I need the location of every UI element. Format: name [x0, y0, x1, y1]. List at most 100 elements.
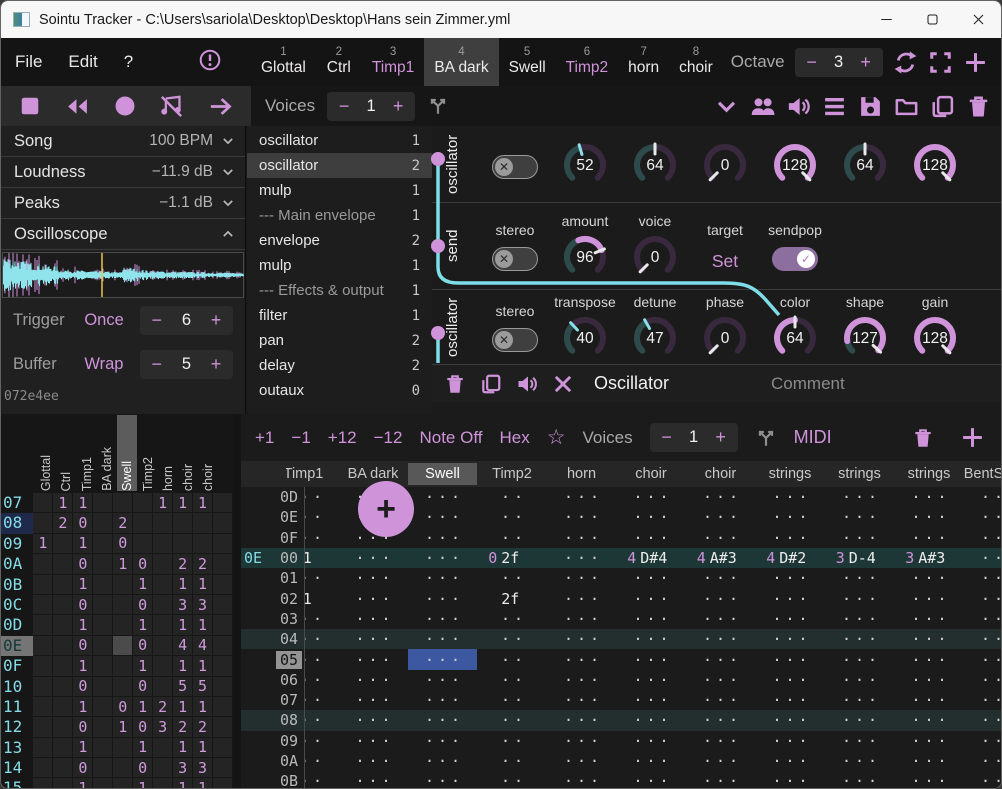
pattern-cell[interactable]: 3	[173, 758, 193, 778]
note-cell[interactable]: ···	[408, 568, 478, 588]
pattern-cell[interactable]	[93, 575, 113, 595]
note-cell[interactable]: ···	[616, 771, 686, 789]
note-cell[interactable]: ···	[338, 710, 408, 730]
note-cell[interactable]: ···	[894, 507, 964, 527]
pattern-cell[interactable]	[153, 615, 173, 635]
note-cell[interactable]: ··	[477, 690, 547, 710]
pattern-row-number[interactable]: 14	[1, 758, 33, 778]
star-icon[interactable]: ☆	[547, 425, 566, 450]
copy-icon[interactable]	[930, 94, 955, 119]
note-cell[interactable]: ···	[755, 588, 825, 608]
pattern-cell[interactable]	[153, 513, 173, 533]
save-icon[interactable]	[858, 94, 883, 119]
pattern-cell[interactable]	[213, 677, 233, 697]
pattern-cell[interactable]	[93, 534, 113, 554]
pattern-cell[interactable]: 1	[133, 738, 153, 758]
trash-icon[interactable]	[966, 94, 991, 119]
pattern-cell[interactable]: 1	[173, 697, 193, 717]
knob-param[interactable]: 52	[561, 140, 609, 188]
note-cell[interactable]: ···	[964, 690, 1002, 710]
note-cell[interactable]: ···	[616, 751, 686, 771]
knob-shape[interactable]: 127	[841, 313, 889, 361]
pattern-cell[interactable]	[113, 493, 133, 513]
pattern-cell[interactable]: 1	[53, 493, 73, 513]
note-cell[interactable]: -1	[304, 588, 338, 608]
note-cell[interactable]: ···	[338, 629, 408, 649]
pattern-cell[interactable]: 3	[173, 595, 193, 615]
pattern-cell[interactable]	[53, 615, 73, 635]
pattern-cell[interactable]: 1	[193, 615, 213, 635]
note-row-number[interactable]: 08	[276, 711, 302, 729]
note-cell[interactable]: ···	[547, 568, 617, 588]
knob-color[interactable]: 64	[771, 313, 819, 361]
note-cell[interactable]: ···	[304, 690, 338, 710]
octave-plus-button[interactable]: +	[853, 52, 879, 73]
note-cell[interactable]: ···	[825, 507, 895, 527]
knob-voice[interactable]: 0	[631, 232, 679, 280]
pattern-cell[interactable]	[53, 758, 73, 778]
pattern-cell[interactable]	[33, 636, 53, 656]
note-cell[interactable]: ···	[825, 649, 895, 669]
pattern-row-number[interactable]: 15	[1, 778, 33, 789]
knob-amount[interactable]: 96	[561, 232, 609, 280]
pattern-cell[interactable]: 0	[73, 717, 93, 737]
note-cell[interactable]: ···	[338, 609, 408, 629]
note-cell[interactable]: ···	[408, 649, 478, 669]
pattern-cell[interactable]	[213, 595, 233, 615]
pattern-cell[interactable]	[213, 575, 233, 595]
pattern-cell[interactable]	[173, 513, 193, 533]
note-cell[interactable]: ···	[616, 629, 686, 649]
pattern-cell[interactable]: 0	[133, 595, 153, 615]
chevron-down-icon[interactable]	[714, 94, 739, 119]
note-cell[interactable]: ···	[547, 629, 617, 649]
pattern-cell[interactable]: 4	[173, 636, 193, 656]
note-cell[interactable]: ···	[616, 609, 686, 629]
note-cell[interactable]: ···	[894, 568, 964, 588]
pattern-cell[interactable]: 0	[73, 554, 93, 574]
note-row-number[interactable]: 00	[276, 549, 302, 567]
pattern-cell[interactable]: 1	[113, 717, 133, 737]
pattern-cell[interactable]: 1	[73, 615, 93, 635]
note-row-number[interactable]: 0A	[276, 752, 302, 770]
pattern-cell[interactable]: 1	[193, 738, 213, 758]
note-cell[interactable]: ···	[616, 670, 686, 690]
note-row-number[interactable]: 05	[276, 651, 302, 669]
pattern-cell[interactable]	[53, 534, 73, 554]
note-cell[interactable]: ··	[477, 710, 547, 730]
pattern-cell[interactable]	[133, 534, 153, 554]
pattern-cell[interactable]	[153, 636, 173, 656]
pattern-column-header-ba-dark[interactable]: BA dark	[97, 419, 117, 491]
menu-edit[interactable]: Edit	[68, 52, 97, 72]
unit-list-item-pan[interactable]: pan2	[247, 328, 432, 353]
sync-icon[interactable]	[893, 50, 918, 75]
play-forward-icon[interactable]	[208, 94, 233, 119]
note-cell[interactable]: ···	[686, 487, 756, 507]
pattern-row-number[interactable]: 0B	[1, 575, 33, 595]
pattern-cell[interactable]: 0	[133, 554, 153, 574]
pattern-cell[interactable]	[113, 615, 133, 635]
track-header-strings[interactable]: strings	[825, 466, 895, 482]
pattern-cell[interactable]	[93, 656, 113, 676]
alert-circle-icon[interactable]	[199, 49, 221, 71]
pattern-cell[interactable]	[93, 677, 113, 697]
note-cell[interactable]: ···	[964, 649, 1002, 669]
note-cell[interactable]: ···	[304, 528, 338, 548]
knob-phase[interactable]: 0	[701, 313, 749, 361]
note-cell[interactable]: ···	[408, 771, 478, 789]
midi-button[interactable]: MIDI	[794, 427, 832, 448]
note-cell[interactable]: 4D#4	[616, 548, 686, 568]
transpose-minus1-button[interactable]: −1	[291, 428, 310, 448]
note-cell[interactable]: 02f	[477, 548, 547, 568]
note-cell[interactable]: ···	[338, 588, 408, 608]
note-cell[interactable]: ···	[304, 629, 338, 649]
unit-list-item-mulp[interactable]: mulp1	[247, 178, 432, 203]
pattern-cell[interactable]: 1	[173, 493, 193, 513]
pattern-cell[interactable]	[213, 778, 233, 789]
note-cell[interactable]: ···	[825, 588, 895, 608]
note-cell[interactable]: ···	[755, 649, 825, 669]
unit-list-item-oscillator[interactable]: oscillator1	[247, 128, 432, 153]
trigger-plus-button[interactable]: +	[203, 310, 229, 331]
pattern-cell[interactable]: 1	[73, 493, 93, 513]
pattern-cell[interactable]	[33, 595, 53, 615]
note-cell[interactable]: ···	[338, 751, 408, 771]
